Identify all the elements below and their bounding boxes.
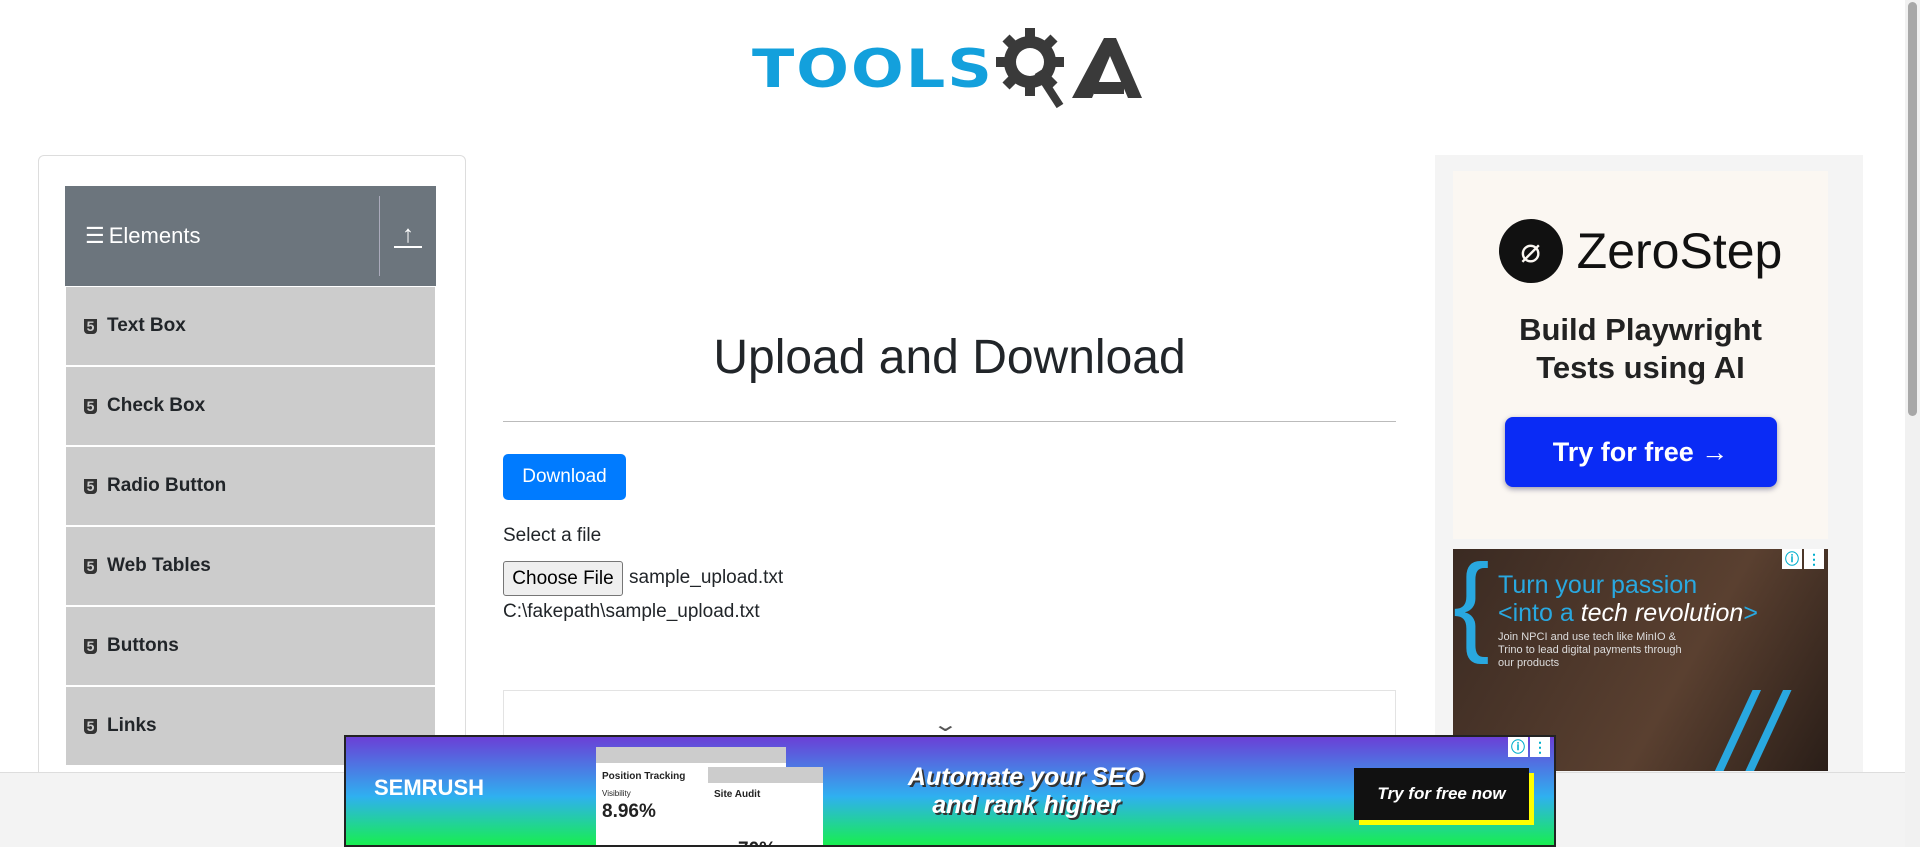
slash-graphic: // — [1721, 671, 1783, 771]
ad-mock-card: Site Audit 70% — [708, 767, 823, 845]
uploaded-file-path: C:\fakepath\sample_upload.txt — [503, 601, 760, 622]
html5-icon: 5 — [84, 558, 97, 574]
logo-letter-a — [1071, 38, 1142, 98]
scrollbar-thumb[interactable] — [1908, 2, 1917, 416]
menu-icon: ☰ — [85, 223, 105, 248]
sidebar-item-label: Check Box — [107, 395, 206, 416]
page-title: Upload and Download — [713, 331, 1186, 384]
ad-headline: Turn your passion — [1498, 571, 1698, 599]
ad-headline-part: > — [1743, 599, 1758, 627]
ad-tagline: Build Playwright — [1519, 312, 1762, 347]
ad-info-icon[interactable]: ⓘ — [1782, 549, 1802, 569]
chevron-down-icon[interactable]: ⌄ — [932, 712, 959, 737]
sidebar-item-label: Buttons — [107, 635, 179, 656]
ad-headline: and rank higher — [932, 791, 1120, 819]
zerostep-logo-icon: ⌀ — [1498, 219, 1563, 283]
zerostep-ad[interactable]: ⌀ ZeroStep Build Playwright Tests using AI… — [1453, 171, 1828, 539]
download-button[interactable]: Download — [503, 454, 626, 500]
group-title: Elements — [108, 223, 201, 248]
choose-file-button[interactable]: Choose File — [503, 561, 623, 596]
ad-menu-icon[interactable]: ⋮ — [1804, 549, 1824, 569]
chosen-file-name: sample_upload.txt — [629, 567, 784, 588]
try-for-free-now-button[interactable]: Try for free now — [1354, 768, 1529, 820]
sidebar-item-label: Radio Button — [107, 475, 227, 496]
gear-magnifier-icon — [995, 28, 1064, 109]
ad-headline-part: <into a — [1498, 599, 1581, 627]
semrush-logo: SEMRUSH — [374, 775, 485, 800]
sidebar-group-elements[interactable]: ☰ Elements ↑ — [65, 186, 436, 286]
ad-brand: ZeroStep — [1576, 223, 1783, 279]
select-file-label: Select a file — [503, 525, 602, 546]
ad-menu-icon[interactable]: ⋮ — [1530, 737, 1550, 757]
divider — [379, 196, 380, 276]
ad-tagline: Tests using AI — [1536, 350, 1745, 385]
ad-headline: Automate your SEO — [907, 763, 1145, 791]
html5-icon: 5 — [84, 318, 97, 334]
collapse-arrow-icon[interactable]: ↑ — [394, 223, 422, 248]
html5-icon: 5 — [84, 638, 97, 654]
html5-icon: 5 — [84, 398, 97, 414]
try-for-free-button[interactable]: Try for free → — [1504, 417, 1777, 487]
card-title: Site Audit — [714, 789, 761, 800]
sidebar-item-check-box[interactable]: 5 Check Box — [66, 367, 435, 445]
card-title: Position Tracking — [602, 771, 686, 782]
logo-text-tools: TOOLS — [752, 36, 994, 100]
card-value: 8.96% — [602, 801, 656, 822]
sidebar-item-label: Links — [107, 715, 157, 736]
toolsqa-logo[interactable]: TOOLS QA — [752, 22, 1157, 114]
sidebar-item-label: Text Box — [107, 315, 186, 336]
ad-body: Join NPCI and use tech like MinIO & Trin… — [1498, 631, 1682, 669]
sidebar-item-label: Web Tables — [107, 555, 211, 576]
ad-headline-em: tech revolution — [1580, 599, 1744, 627]
brace-graphic: { — [1453, 549, 1490, 665]
html5-icon: 5 — [84, 718, 97, 734]
semrush-ad[interactable]: SEMRUSH Position Tracking Visibility 8.9… — [344, 735, 1556, 847]
card-label: Visibility — [602, 789, 631, 798]
divider — [503, 421, 1396, 422]
sidebar-item-radio-button[interactable]: 5 Radio Button — [66, 447, 435, 525]
sidebar-item-text-box[interactable]: 5 Text Box — [66, 287, 435, 365]
sidebar-item-web-tables[interactable]: 5 Web Tables — [66, 527, 435, 605]
html5-icon: 5 — [84, 478, 97, 494]
ad-info-icon[interactable]: ⓘ — [1508, 737, 1528, 757]
card-value: 70% — [738, 839, 776, 845]
sidebar-item-buttons[interactable]: 5 Buttons — [66, 607, 435, 685]
